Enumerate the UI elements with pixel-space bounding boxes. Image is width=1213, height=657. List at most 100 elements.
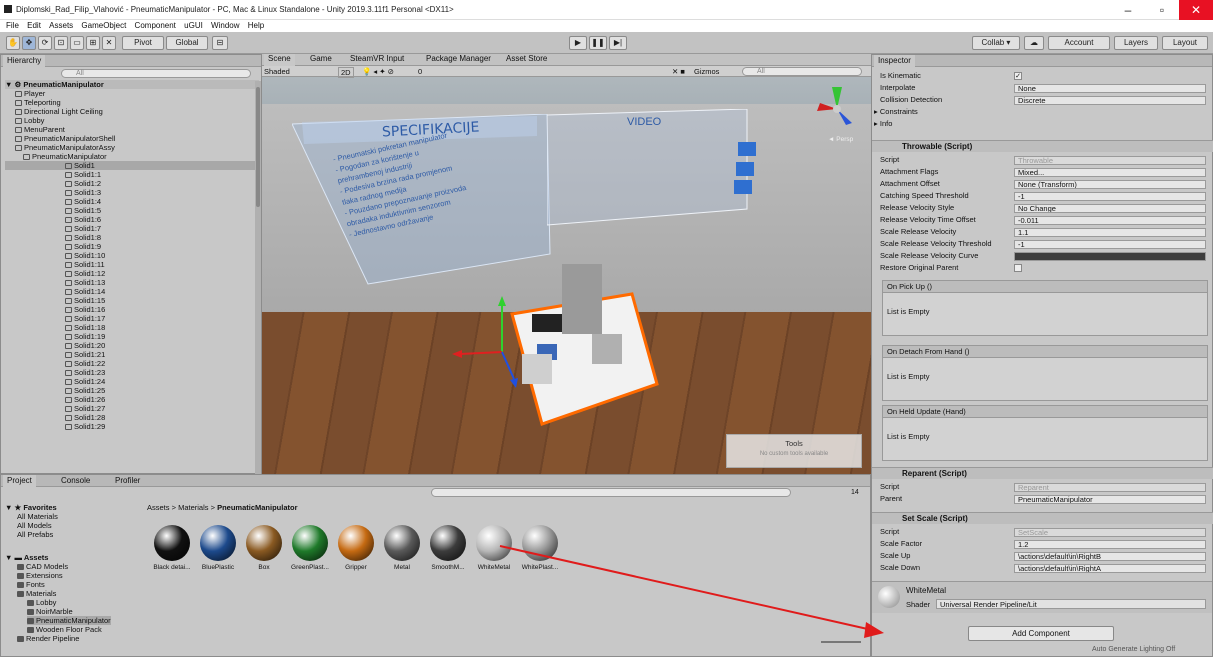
menu-help[interactable]: Help [248,20,264,32]
manipulator-model[interactable] [492,254,692,434]
gizmos-dropdown[interactable]: Gizmos [694,67,719,76]
is-kinematic-checkbox[interactable]: ✓ [1014,72,1022,80]
scale-down-field[interactable]: \actions\default\in\RightA [1014,564,1206,573]
fav-all-models[interactable]: All Models [17,521,52,530]
hierarchy-item[interactable]: Solid1:13 [5,278,255,287]
breadcrumb-assets[interactable]: Assets [147,503,170,512]
move-tool-icon[interactable]: ✥ [22,36,36,50]
info-foldout[interactable]: ▸ Info [874,119,892,129]
throwable-field-value[interactable]: Mixed... [1014,168,1206,177]
custom-tool-icon[interactable]: ✕ [102,36,116,50]
hierarchy-scene-root[interactable]: ▼ ⚙ PneumaticManipulator [5,80,259,89]
persp-label[interactable]: ◄ Persp [828,136,853,143]
velocity-curve-field[interactable] [1014,252,1206,261]
project-search-input[interactable] [431,488,791,497]
rect-tool-icon[interactable]: ▭ [70,36,84,50]
throwable-field-value[interactable]: 1.1 [1014,228,1206,237]
hierarchy-item[interactable]: Solid1:25 [5,386,255,395]
close-button[interactable]: ✕ [1179,0,1213,20]
project-folder[interactable]: CAD Models [17,562,68,571]
tools-icon[interactable]: ✕ ■ [672,67,685,76]
material-asset[interactable]: BluePlastic [198,525,238,572]
collision-detection-dropdown[interactable]: Discrete [1014,96,1206,105]
minimize-button[interactable]: – [1111,0,1145,20]
2d-toggle[interactable]: 2D [338,67,354,78]
video-stop-icon[interactable] [734,180,752,194]
hierarchy-item[interactable]: PneumaticManipulator [5,152,255,161]
assets-folder[interactable]: ▼ ▬ Assets [5,553,48,562]
material-asset[interactable]: SmoothM... [428,525,468,572]
hierarchy-item[interactable]: Solid1:8 [5,233,255,242]
light-toggle-icon[interactable]: 💡 ◂ ✦ ⊘ [362,67,394,76]
breadcrumb-materials[interactable]: Materials [178,503,208,512]
hierarchy-item[interactable]: Solid1 [5,161,255,170]
throwable-field-value[interactable]: None (Transform) [1014,180,1206,189]
fx-count[interactable]: 0 [418,67,422,76]
hierarchy-item[interactable]: Solid1:17 [5,314,255,323]
throwable-field-value[interactable]: -1 [1014,192,1206,201]
account-dropdown[interactable]: Account [1048,36,1110,50]
project-folder[interactable]: Render Pipeline [17,634,79,643]
hierarchy-item[interactable]: Directional Light Ceiling [5,107,255,116]
reparent-parent-field[interactable]: PneumaticManipulator [1014,495,1206,504]
move-gizmo-icon[interactable] [442,284,522,394]
maximize-button[interactable]: ▫ [1145,0,1179,20]
hierarchy-search-input[interactable]: All [61,69,251,78]
pause-button[interactable]: ❚❚ [589,36,607,50]
hierarchy-scrollbar[interactable] [255,81,261,475]
material-asset[interactable]: Black detai... [152,525,192,572]
hierarchy-item[interactable]: Solid1:9 [5,242,255,251]
pivot-toggle[interactable]: Pivot [122,36,164,50]
hierarchy-item[interactable]: Solid1:27 [5,404,255,413]
hierarchy-item[interactable]: Solid1:18 [5,323,255,332]
material-asset[interactable]: GreenPlast... [290,525,330,572]
hierarchy-item[interactable]: Solid1:28 [5,413,255,422]
hierarchy-item[interactable]: Solid1:16 [5,305,255,314]
hierarchy-item[interactable]: Solid1:3 [5,188,255,197]
throwable-header[interactable]: Throwable (Script) [872,140,1213,152]
throwable-field-value[interactable]: -0.011 [1014,216,1206,225]
menu-assets[interactable]: Assets [49,20,73,32]
material-asset[interactable]: Metal [382,525,422,572]
hierarchy-item[interactable]: Solid1:19 [5,332,255,341]
setscale-header[interactable]: Set Scale (Script) [872,512,1213,524]
tab-game[interactable]: Game [306,54,336,66]
throwable-field-value[interactable]: No Change [1014,204,1206,213]
project-folder[interactable]: Lobby [27,598,56,607]
scale-factor-field[interactable]: 1.2 [1014,540,1206,549]
project-folder[interactable]: Fonts [17,580,45,589]
cloud-icon[interactable]: ☁ [1024,36,1044,50]
hierarchy-item[interactable]: Solid1:10 [5,251,255,260]
menu-window[interactable]: Window [211,20,239,32]
hierarchy-item[interactable]: Solid1:2 [5,179,255,188]
hierarchy-item[interactable]: Solid1:21 [5,350,255,359]
tab-profiler[interactable]: Profiler [111,475,144,487]
material-asset[interactable]: WhitePlast... [520,525,560,572]
constraints-foldout[interactable]: ▸ Constraints [874,107,918,117]
tab-hierarchy[interactable]: Hierarchy [3,55,46,67]
hierarchy-item[interactable]: PneumaticManipulatorAssy [5,143,255,152]
transform-tool-icon[interactable]: ⊞ [86,36,100,50]
favorites-folder[interactable]: ▼ ★ Favorites [5,503,57,512]
menu-ugui[interactable]: uGUI [184,20,203,32]
menu-component[interactable]: Component [135,20,176,32]
orientation-gizmo-icon[interactable] [812,79,862,139]
tab-project[interactable]: Project [3,475,36,487]
zoom-slider[interactable] [821,641,861,643]
hierarchy-item[interactable]: Lobby [5,116,255,125]
hierarchy-item[interactable]: Solid1:23 [5,368,255,377]
hierarchy-item[interactable]: Solid1:24 [5,377,255,386]
hierarchy-item[interactable]: Solid1:7 [5,224,255,233]
menu-edit[interactable]: Edit [27,20,41,32]
scene-search-input[interactable]: All [742,67,862,76]
hierarchy-item[interactable]: MenuParent [5,125,255,134]
hierarchy-item[interactable]: Solid1:11 [5,260,255,269]
hierarchy-item[interactable]: Solid1:6 [5,215,255,224]
hierarchy-item[interactable]: Solid1:15 [5,296,255,305]
hierarchy-item[interactable]: Solid1:22 [5,359,255,368]
play-button[interactable]: ▶ [569,36,587,50]
hierarchy-item[interactable]: Player [5,89,255,98]
shader-dropdown[interactable]: Universal Render Pipeline/Lit [936,599,1206,609]
tab-package-manager[interactable]: Package Manager [422,54,495,66]
hierarchy-item[interactable]: Solid1:1 [5,170,255,179]
